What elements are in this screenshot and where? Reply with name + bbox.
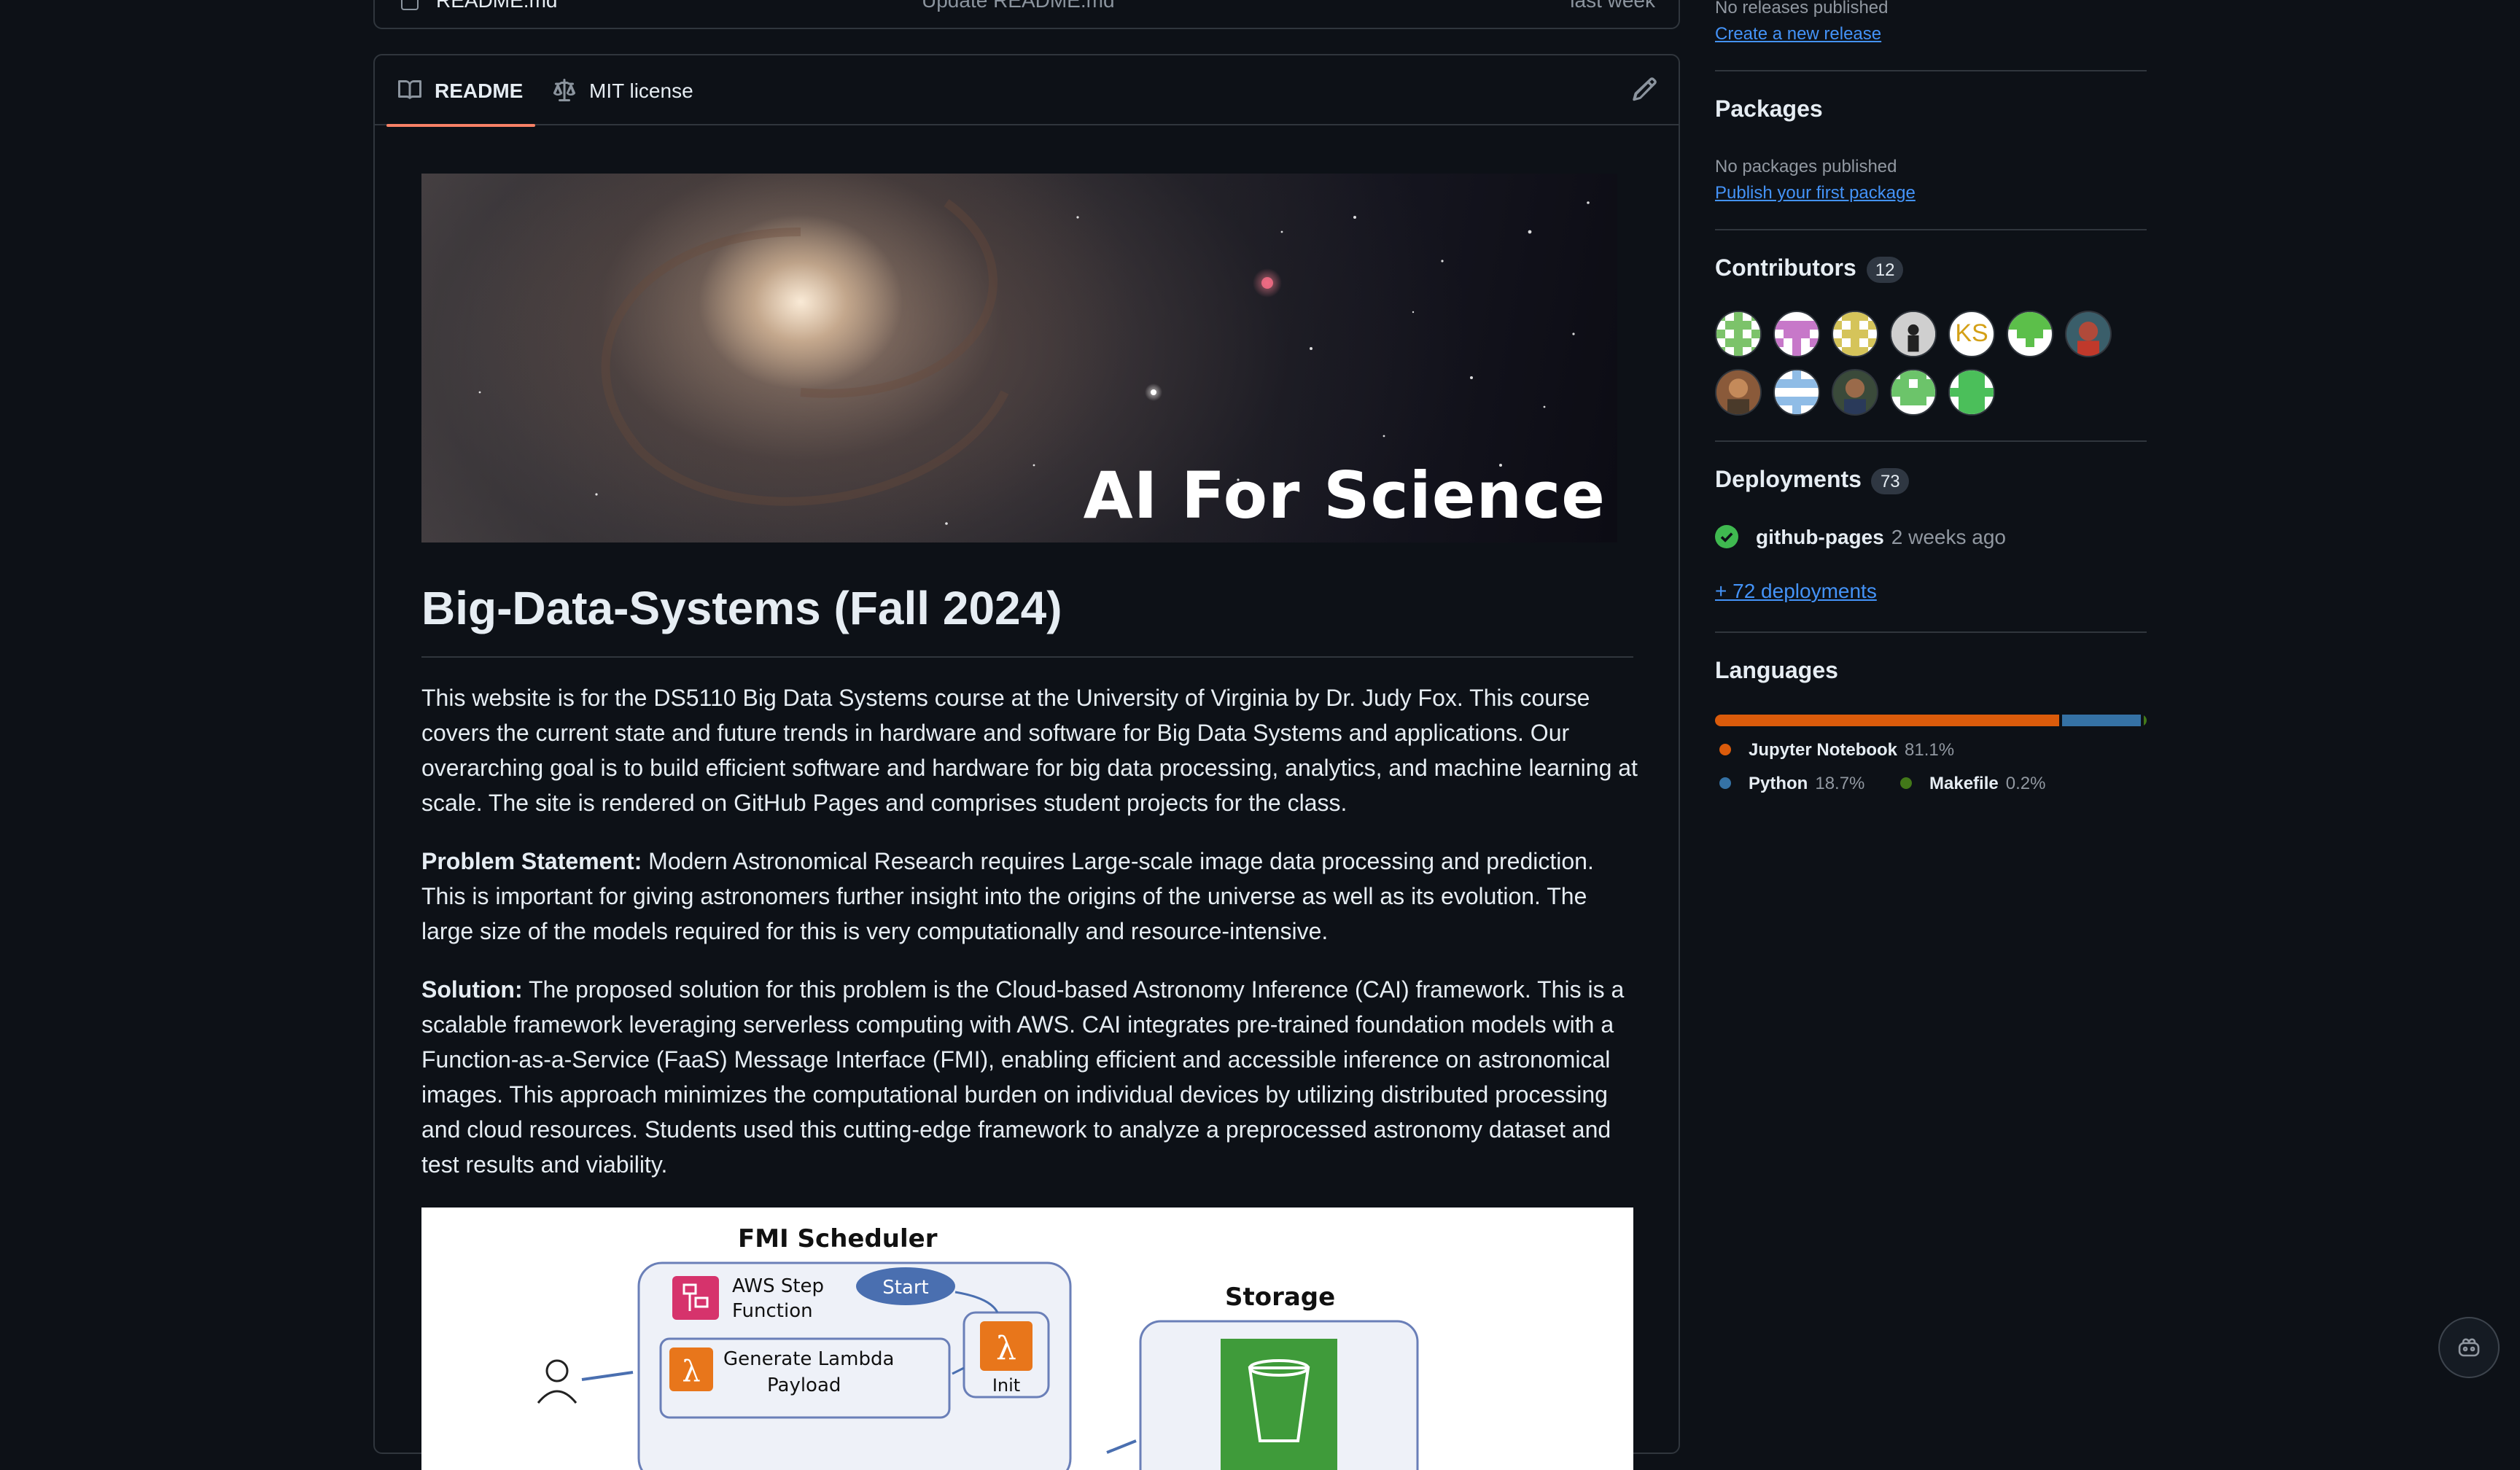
more-deployments-link[interactable]: + 72 deployments <box>1715 579 1877 602</box>
s3-bucket-icon <box>1221 1339 1337 1470</box>
contributors-heading[interactable]: Contributors 12 <box>1715 257 1904 283</box>
packages-heading[interactable]: Packages <box>1715 98 1823 124</box>
language-name: Python <box>1749 773 1808 793</box>
contributor-avatar[interactable] <box>2065 311 2112 357</box>
file-row[interactable]: README.md Update README.md last week <box>375 0 1679 16</box>
contributor-avatar[interactable] <box>1715 311 1762 357</box>
deployment-age: 2 weeks ago <box>1891 525 2006 548</box>
tab-license[interactable]: MIT license <box>553 55 693 125</box>
packages-status: No packages published <box>1715 156 1897 176</box>
language-bar-segment <box>1715 715 2059 726</box>
check-circle-icon <box>1715 525 1738 548</box>
contributor-avatar[interactable] <box>1832 311 1878 357</box>
releases-status: No releases published <box>1715 0 1889 18</box>
commit-age: last week <box>1570 0 1655 12</box>
svg-text:λ: λ <box>682 1355 700 1388</box>
solution-label: Solution: <box>421 979 523 1003</box>
language-item[interactable]: Makefile 0.2% <box>1900 773 2045 793</box>
banner-text: AI For Science <box>1083 459 1606 534</box>
contributor-avatar[interactable]: KS <box>1948 311 1995 357</box>
contributor-avatar[interactable] <box>1773 311 1820 357</box>
language-percent: 81.1% <box>1905 739 1955 760</box>
book-icon <box>398 79 421 99</box>
file-list-tail: README.md Update README.md last week <box>373 0 1680 29</box>
tab-readme[interactable]: README <box>386 55 534 127</box>
pencil-icon[interactable] <box>1632 76 1658 102</box>
language-dot <box>1719 777 1731 789</box>
readme-panel: README MIT license AI For Science Big-Da… <box>373 54 1680 1470</box>
file-icon <box>401 0 419 10</box>
language-name: Jupyter Notebook <box>1749 739 1898 760</box>
language-bar-segment <box>2061 715 2142 726</box>
step-function-label-2: Function <box>732 1300 813 1322</box>
languages-heading: Languages <box>1715 659 1838 684</box>
contributors-count: 12 <box>1866 257 1904 283</box>
languages-bar <box>1715 715 2147 726</box>
copilot-button[interactable] <box>2438 1317 2500 1378</box>
contributor-avatar[interactable] <box>1890 369 1937 416</box>
divider <box>1715 229 2147 230</box>
contributor-avatar[interactable] <box>1773 369 1820 416</box>
payload-label-1: Generate Lambda <box>723 1348 894 1370</box>
init-label: Init <box>992 1375 1020 1396</box>
storage-title: Storage <box>1225 1283 1335 1312</box>
intro-paragraph: This website is for the DS5110 Big Data … <box>421 687 1638 817</box>
tab-license-label: MIT license <box>589 79 693 102</box>
step-function-label-1: AWS Step <box>732 1275 824 1297</box>
tab-readme-label: README <box>435 79 524 102</box>
diagram-svg: FMI Scheduler AWS Step Function Start λ … <box>537 1224 1419 1470</box>
payload-label-2: Payload <box>767 1374 841 1396</box>
user-arrow <box>581 1371 634 1381</box>
language-item[interactable]: Jupyter Notebook 81.1% <box>1719 739 1954 760</box>
scheduler-title: FMI Scheduler <box>738 1224 938 1253</box>
contributor-avatar[interactable] <box>1948 369 1995 416</box>
language-name: Makefile <box>1929 773 1999 793</box>
divider <box>1715 70 2147 71</box>
contributor-avatar[interactable] <box>1890 311 1937 357</box>
problem-paragraph: Problem Statement: Modern Astronomical R… <box>421 846 1641 951</box>
banner-image: AI For Science <box>421 174 1617 542</box>
contributor-avatar[interactable] <box>1832 369 1878 416</box>
language-dot <box>1900 777 1912 789</box>
solution-paragraph: Solution: The proposed solution for this… <box>421 974 1641 1184</box>
contributor-avatar[interactable] <box>2007 311 2053 357</box>
solution-text: The proposed solution for this problem i… <box>421 979 1625 1178</box>
readme-tabs: README MIT license <box>375 55 1679 127</box>
contributor-initials: KS <box>1955 319 1988 347</box>
deployment-name[interactable]: github-pages <box>1756 525 1884 548</box>
commit-message[interactable]: Update README.md <box>922 0 1115 12</box>
problem-label: Problem Statement: <box>421 850 642 875</box>
language-percent: 0.2% <box>2005 773 2046 793</box>
architecture-diagram: FMI Scheduler AWS Step Function Start λ … <box>421 1208 1633 1470</box>
divider <box>1715 631 2147 633</box>
language-bar-segment <box>2144 715 2147 726</box>
svg-text:λ: λ <box>996 1330 1016 1367</box>
language-item[interactable]: Python 18.7% <box>1719 773 1864 793</box>
deployment-row[interactable]: github-pages 2 weeks ago <box>1715 525 2006 548</box>
language-percent: 18.7% <box>1815 773 1865 793</box>
divider <box>1715 440 2147 442</box>
deployments-heading[interactable]: Deployments 73 <box>1715 468 1909 494</box>
law-icon <box>553 79 576 101</box>
copilot-icon <box>2458 1338 2480 1357</box>
deployments-count: 73 <box>1871 468 1909 494</box>
create-release-link[interactable]: Create a new release <box>1715 23 1881 44</box>
user-icon <box>545 1359 569 1382</box>
readme-title: Big-Data-Systems (Fall 2024) <box>421 582 1633 658</box>
language-dot <box>1719 744 1731 755</box>
start-label: Start <box>882 1277 929 1299</box>
publish-package-link[interactable]: Publish your first package <box>1715 182 1916 203</box>
contributor-avatar[interactable] <box>1715 369 1762 416</box>
storage-arrow <box>1106 1439 1137 1454</box>
file-name[interactable]: README.md <box>436 0 557 12</box>
